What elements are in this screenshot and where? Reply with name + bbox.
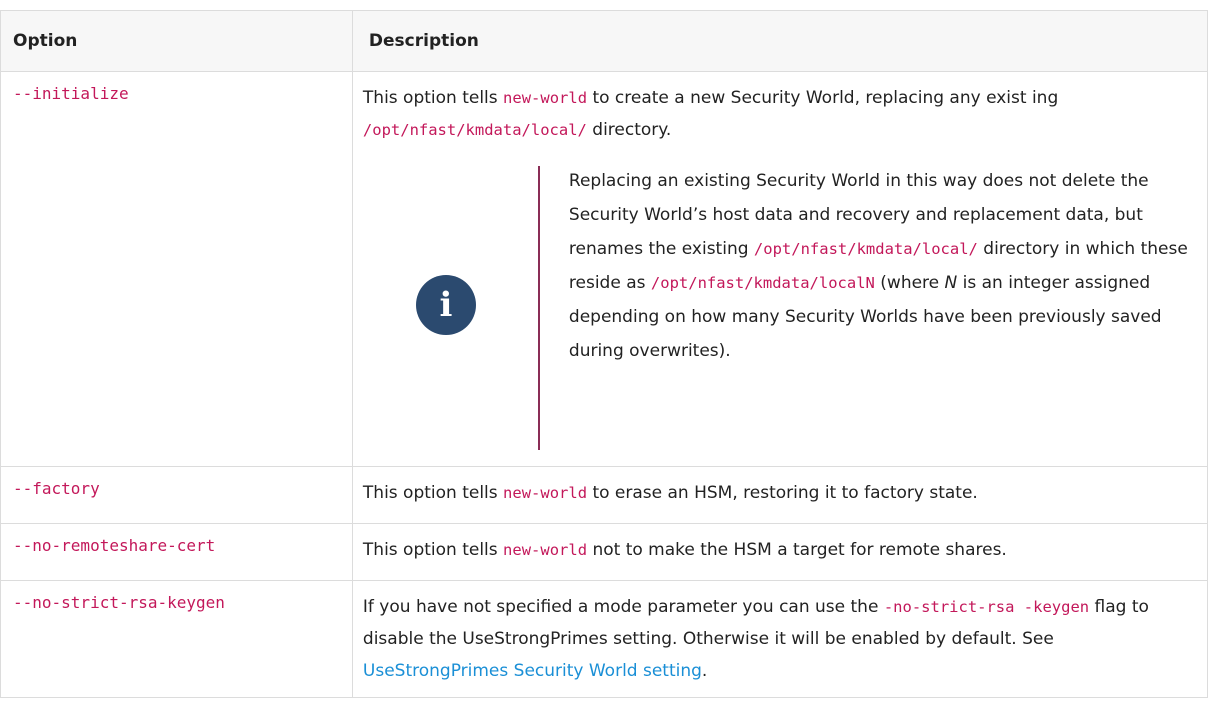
table-header-row: Option Description [0, 10, 1208, 72]
option-cell: --factory [0, 466, 353, 524]
option-cell: --initialize [0, 71, 353, 467]
info-note: i Replacing an existing Security World i… [363, 158, 1196, 456]
command-name: new-world [503, 484, 588, 502]
option-initialize: --initialize [13, 84, 129, 103]
directory-path: /opt/nfast/kmdata/local/ [362, 121, 587, 139]
description-text-part: to erase an HSM, restoring it to factory… [587, 483, 978, 503]
options-table: Option Description --initialize This opt… [0, 10, 1208, 698]
description-cell: This option tells new-world not to make … [351, 523, 1208, 581]
info-icon: i [415, 275, 476, 335]
command-name: new-world [503, 89, 588, 107]
usestrongprimes-link[interactable]: UseStrongPrimes Security World setting [363, 661, 702, 681]
table-row: --no-strict-rsa-keygen If you have not s… [0, 580, 1208, 698]
description-text-part: This option tells [362, 88, 504, 108]
option-factory: --factory [13, 479, 100, 498]
description-cell: This option tells new-world to create a … [351, 71, 1208, 467]
flag-name: -no-strict-rsa -keygen [883, 598, 1090, 616]
option-cell: --no-strict-rsa-keygen [0, 580, 353, 698]
option-no-strict-rsa-keygen: --no-strict-rsa-keygen [13, 593, 225, 612]
note-divider [537, 166, 540, 450]
command-name: new-world [503, 541, 588, 559]
description-text-part: directory. [586, 120, 672, 140]
note-text-part: (where [874, 273, 945, 293]
column-header-description: Description [351, 10, 1208, 72]
description-text-part: This option tells [362, 540, 504, 560]
description-text-part: This option tells [362, 483, 504, 503]
description-text-part: to create a new Security World, replacin… [587, 88, 1059, 108]
table-row: --initialize This option tells new-world… [0, 71, 1208, 467]
description-text-part: . [701, 661, 708, 681]
description-cell: If you have not specified a mode paramet… [351, 580, 1208, 698]
variable-n: N [944, 273, 958, 293]
table-row: --factory This option tells new-world to… [0, 466, 1208, 524]
description-cell: This option tells new-world to erase an … [351, 466, 1208, 524]
option-no-remoteshare-cert: --no-remoteshare-cert [13, 536, 216, 555]
description-text-part: not to make the HSM a target for remote … [587, 540, 1007, 560]
directory-path: /opt/nfast/kmdata/local/ [753, 240, 978, 258]
description-text-part: If you have not specified a mode paramet… [362, 597, 884, 617]
table-row: --no-remoteshare-cert This option tells … [0, 523, 1208, 581]
description-text: This option tells new-world to create a … [363, 82, 1196, 146]
option-cell: --no-remoteshare-cert [0, 523, 353, 581]
directory-path: /opt/nfast/kmdata/localN [650, 274, 875, 292]
column-header-option: Option [0, 10, 353, 72]
note-text: Replacing an existing Security World in … [569, 164, 1208, 368]
